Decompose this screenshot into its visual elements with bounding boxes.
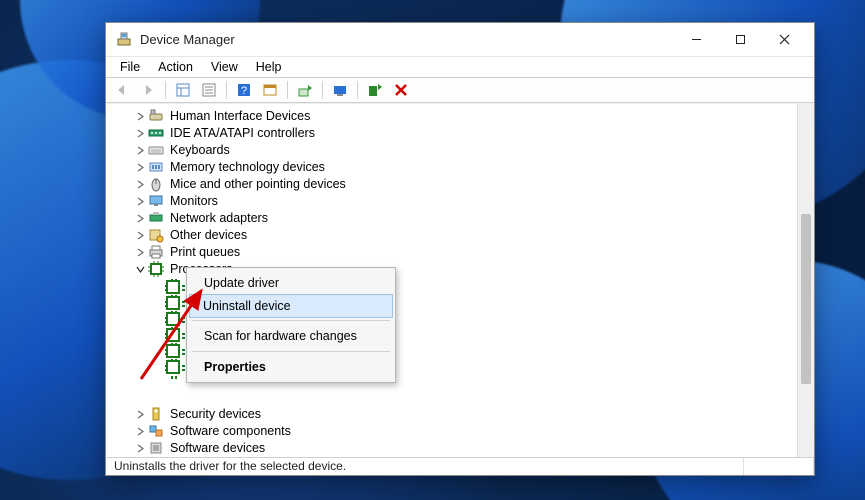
menu-file[interactable]: File <box>112 57 148 77</box>
chevron-right-icon[interactable] <box>134 144 146 156</box>
tree-node-memory[interactable]: Memory technology devices <box>106 159 797 176</box>
client-area: Human Interface Devices IDE ATA/ATAPI co… <box>106 103 814 457</box>
tree-label: Mice and other pointing devices <box>170 177 346 191</box>
cm-update-driver[interactable]: Update driver <box>190 271 392 295</box>
chevron-right-icon[interactable] <box>134 212 146 224</box>
security-icon <box>148 406 164 422</box>
tree-node-swdev[interactable]: Software devices <box>106 440 797 457</box>
network-icon <box>148 210 164 226</box>
keyboard-icon <box>148 142 164 158</box>
tree-node-printers[interactable]: Print queues <box>106 244 797 261</box>
tree-label: Human Interface Devices <box>170 109 310 123</box>
tree-node-network[interactable]: Network adapters <box>106 210 797 227</box>
titlebar[interactable]: Device Manager <box>106 23 814 56</box>
svg-text:?: ? <box>241 85 247 97</box>
help-icon[interactable]: ? <box>232 79 256 101</box>
device-tree[interactable]: Human Interface Devices IDE ATA/ATAPI co… <box>106 104 797 457</box>
chevron-right-icon[interactable] <box>134 425 146 437</box>
toolbar: ? <box>106 77 814 103</box>
statusbar: Uninstalls the driver for the selected d… <box>106 457 814 475</box>
scroll-thumb[interactable] <box>801 214 811 384</box>
cpu-icon <box>148 261 164 277</box>
cpu-icon[interactable] <box>166 344 180 358</box>
tree-node-keyboards[interactable]: Keyboards <box>106 142 797 159</box>
properties-icon[interactable] <box>197 79 221 101</box>
show-hide-tree-icon[interactable] <box>171 79 195 101</box>
tree-label: Software components <box>170 424 291 438</box>
tree-label: Software devices <box>170 441 265 455</box>
chevron-right-icon[interactable] <box>134 178 146 190</box>
forward-icon[interactable] <box>136 79 160 101</box>
tree-label: Other devices <box>170 228 247 242</box>
tree-label: Keyboards <box>170 143 230 157</box>
cpu-icon[interactable] <box>166 296 180 310</box>
chevron-right-icon[interactable] <box>134 408 146 420</box>
scan-hardware-icon[interactable] <box>328 79 352 101</box>
hid-icon <box>148 108 164 124</box>
chevron-down-icon[interactable] <box>134 263 146 275</box>
add-legacy-icon[interactable] <box>363 79 387 101</box>
menubar: File Action View Help <box>106 56 814 78</box>
cpu-icon[interactable] <box>166 280 180 294</box>
chevron-right-icon[interactable] <box>134 442 146 454</box>
device-manager-window: Device Manager File Action View Help ? <box>105 22 815 476</box>
chevron-right-icon[interactable] <box>134 161 146 173</box>
monitor-icon <box>148 193 164 209</box>
back-icon[interactable] <box>110 79 134 101</box>
chevron-right-icon[interactable] <box>134 195 146 207</box>
tree-label: Network adapters <box>170 211 268 225</box>
cm-properties[interactable]: Properties <box>190 355 392 379</box>
menu-separator <box>192 351 390 352</box>
chevron-right-icon[interactable] <box>134 127 146 139</box>
tree-node-security[interactable]: Security devices <box>106 406 797 423</box>
tree-label: Security devices <box>170 407 261 421</box>
cpu-icon[interactable] <box>166 328 180 342</box>
swdev-icon <box>148 440 164 456</box>
chevron-right-icon[interactable] <box>134 110 146 122</box>
context-menu: Update driver Uninstall device Scan for … <box>186 267 396 383</box>
update-driver-icon[interactable] <box>293 79 317 101</box>
printer-icon <box>148 244 164 260</box>
cpu-icon[interactable] <box>166 312 180 326</box>
window-title: Device Manager <box>140 32 235 47</box>
status-text: Uninstalls the driver for the selected d… <box>106 458 744 475</box>
tree-node-monitors[interactable]: Monitors <box>106 193 797 210</box>
memory-icon <box>148 159 164 175</box>
cm-scan-hardware[interactable]: Scan for hardware changes <box>190 324 392 348</box>
tree-label: IDE ATA/ATAPI controllers <box>170 126 315 140</box>
uninstall-icon[interactable] <box>389 79 413 101</box>
tree-node-ide[interactable]: IDE ATA/ATAPI controllers <box>106 125 797 142</box>
chevron-right-icon[interactable] <box>134 229 146 241</box>
tree-label: Memory technology devices <box>170 160 325 174</box>
menu-separator <box>192 320 390 321</box>
swcomp-icon <box>148 423 164 439</box>
chevron-right-icon[interactable] <box>134 246 146 258</box>
menu-view[interactable]: View <box>203 57 246 77</box>
tree-node-mice[interactable]: Mice and other pointing devices <box>106 176 797 193</box>
close-button[interactable] <box>762 25 806 53</box>
ide-icon <box>148 125 164 141</box>
app-icon <box>116 31 132 47</box>
tree-node-other[interactable]: Other devices <box>106 227 797 244</box>
maximize-button[interactable] <box>718 25 762 53</box>
cpu-icon[interactable] <box>166 360 180 374</box>
tree-label: Print queues <box>170 245 240 259</box>
mouse-icon <box>148 176 164 192</box>
cm-uninstall-device[interactable]: Uninstall device <box>189 294 393 318</box>
vertical-scrollbar[interactable] <box>797 104 814 457</box>
minimize-button[interactable] <box>674 25 718 53</box>
window-list-icon[interactable] <box>258 79 282 101</box>
tree-label: Monitors <box>170 194 218 208</box>
status-cell-empty <box>744 458 814 475</box>
tree-node-hid[interactable]: Human Interface Devices <box>106 108 797 125</box>
tree-node-swcomp[interactable]: Software components <box>106 423 797 440</box>
menu-help[interactable]: Help <box>248 57 290 77</box>
menu-action[interactable]: Action <box>150 57 201 77</box>
other-icon <box>148 227 164 243</box>
